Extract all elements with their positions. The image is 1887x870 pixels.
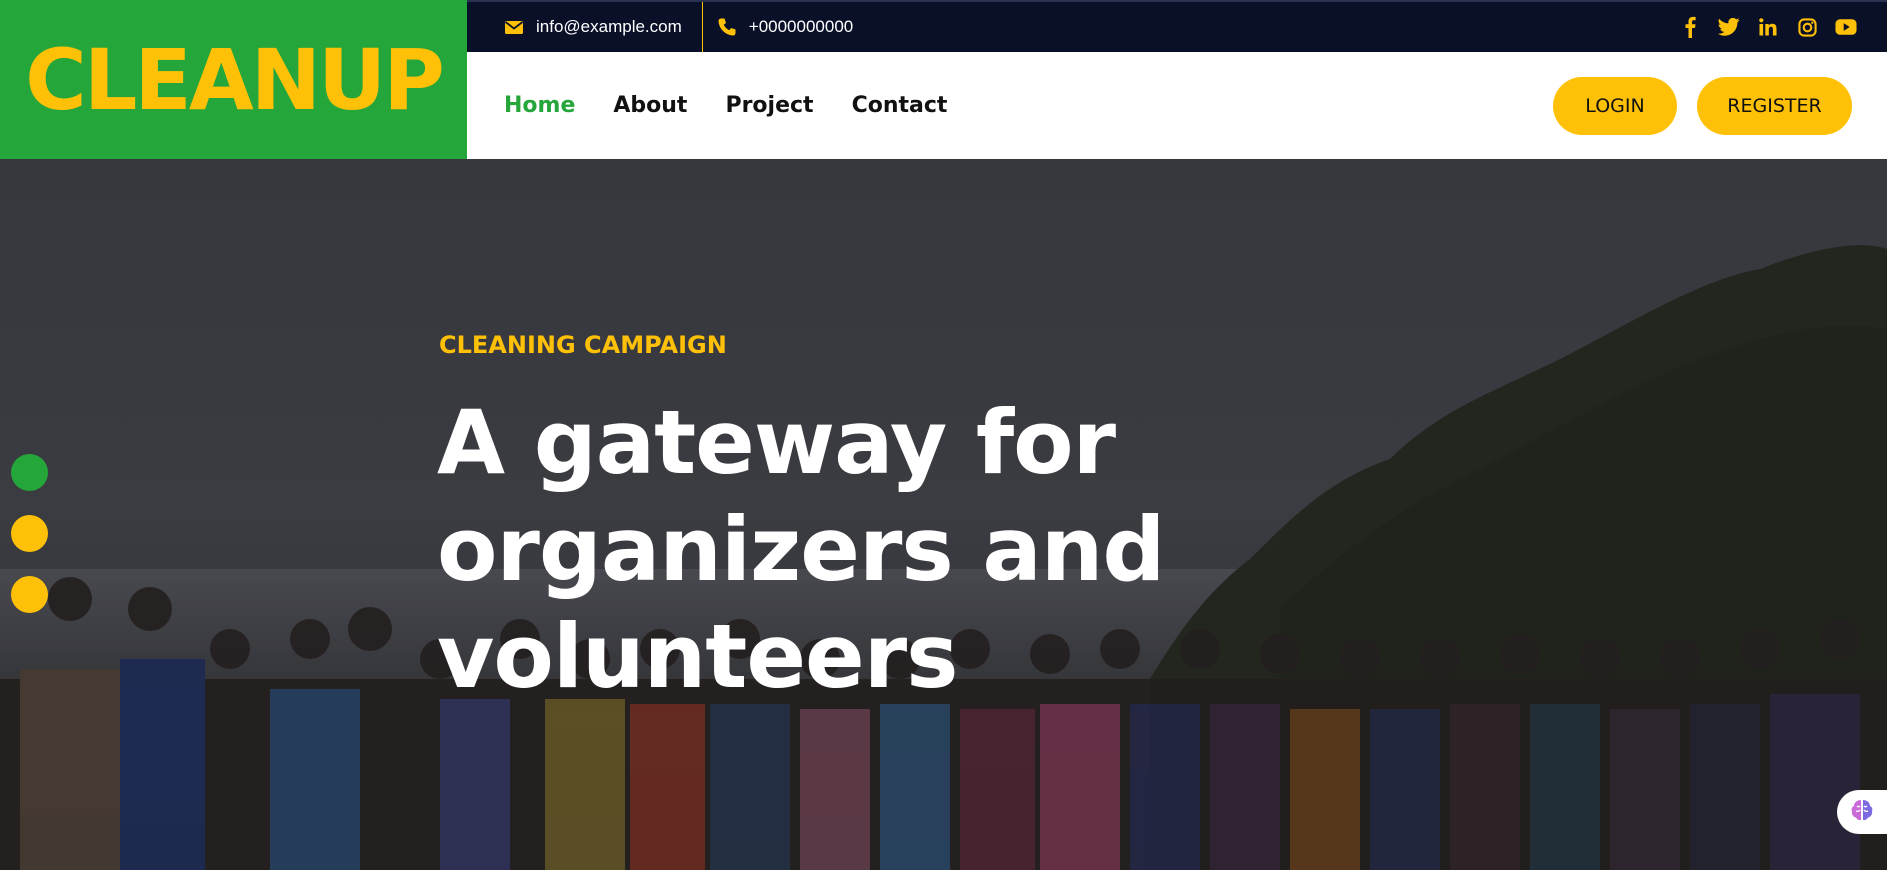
login-button[interactable]: LOGIN [1553, 76, 1677, 135]
logo-text: CLEANUP [25, 30, 445, 129]
auth-buttons: LOGIN REGISTER [1553, 76, 1887, 135]
email-contact[interactable]: info@example.com [467, 2, 702, 52]
slider-dot-1[interactable] [11, 454, 48, 491]
register-button[interactable]: REGISTER [1697, 76, 1852, 135]
linkedin-icon[interactable] [1757, 16, 1779, 38]
hero-title: A gateway for organizers and volunteers [437, 389, 1197, 710]
phone-text: +0000000000 [748, 17, 854, 36]
assistant-widget-button[interactable] [1837, 790, 1887, 834]
hero-title-line: A gateway for [437, 391, 1116, 494]
main-nav: Home About Project Contact LOGIN REGISTE… [467, 52, 1887, 159]
twitter-icon[interactable] [1718, 16, 1740, 38]
nav-link-about[interactable]: About [613, 93, 687, 118]
top-bar: info@example.com +0000000000 [467, 0, 1887, 52]
phone-contact[interactable]: +0000000000 [701, 2, 873, 52]
hero-title-line: organizers and [437, 498, 1165, 601]
phone-icon [717, 17, 737, 37]
nav-link-project[interactable]: Project [725, 93, 813, 118]
hero-subtitle: CLEANING CAMPAIGN [439, 331, 727, 359]
instagram-icon[interactable] [1796, 16, 1818, 38]
nav-links: Home About Project Contact [467, 93, 947, 118]
hero-title-line: volunteers [437, 605, 959, 708]
email-text: info@example.com [536, 17, 682, 36]
facebook-icon[interactable] [1679, 16, 1701, 38]
envelope-icon [504, 17, 524, 37]
slider-dots [11, 454, 48, 613]
social-links [1679, 16, 1887, 38]
slider-dot-2[interactable] [11, 515, 48, 552]
nav-link-home[interactable]: Home [504, 93, 575, 118]
youtube-icon[interactable] [1835, 16, 1857, 38]
nav-link-contact[interactable]: Contact [852, 93, 948, 118]
hero-section: CLEANING CAMPAIGN A gateway for organize… [0, 159, 1887, 870]
slider-dot-3[interactable] [11, 576, 48, 613]
site-logo[interactable]: CLEANUP [0, 0, 467, 159]
brain-icon [1849, 797, 1875, 827]
